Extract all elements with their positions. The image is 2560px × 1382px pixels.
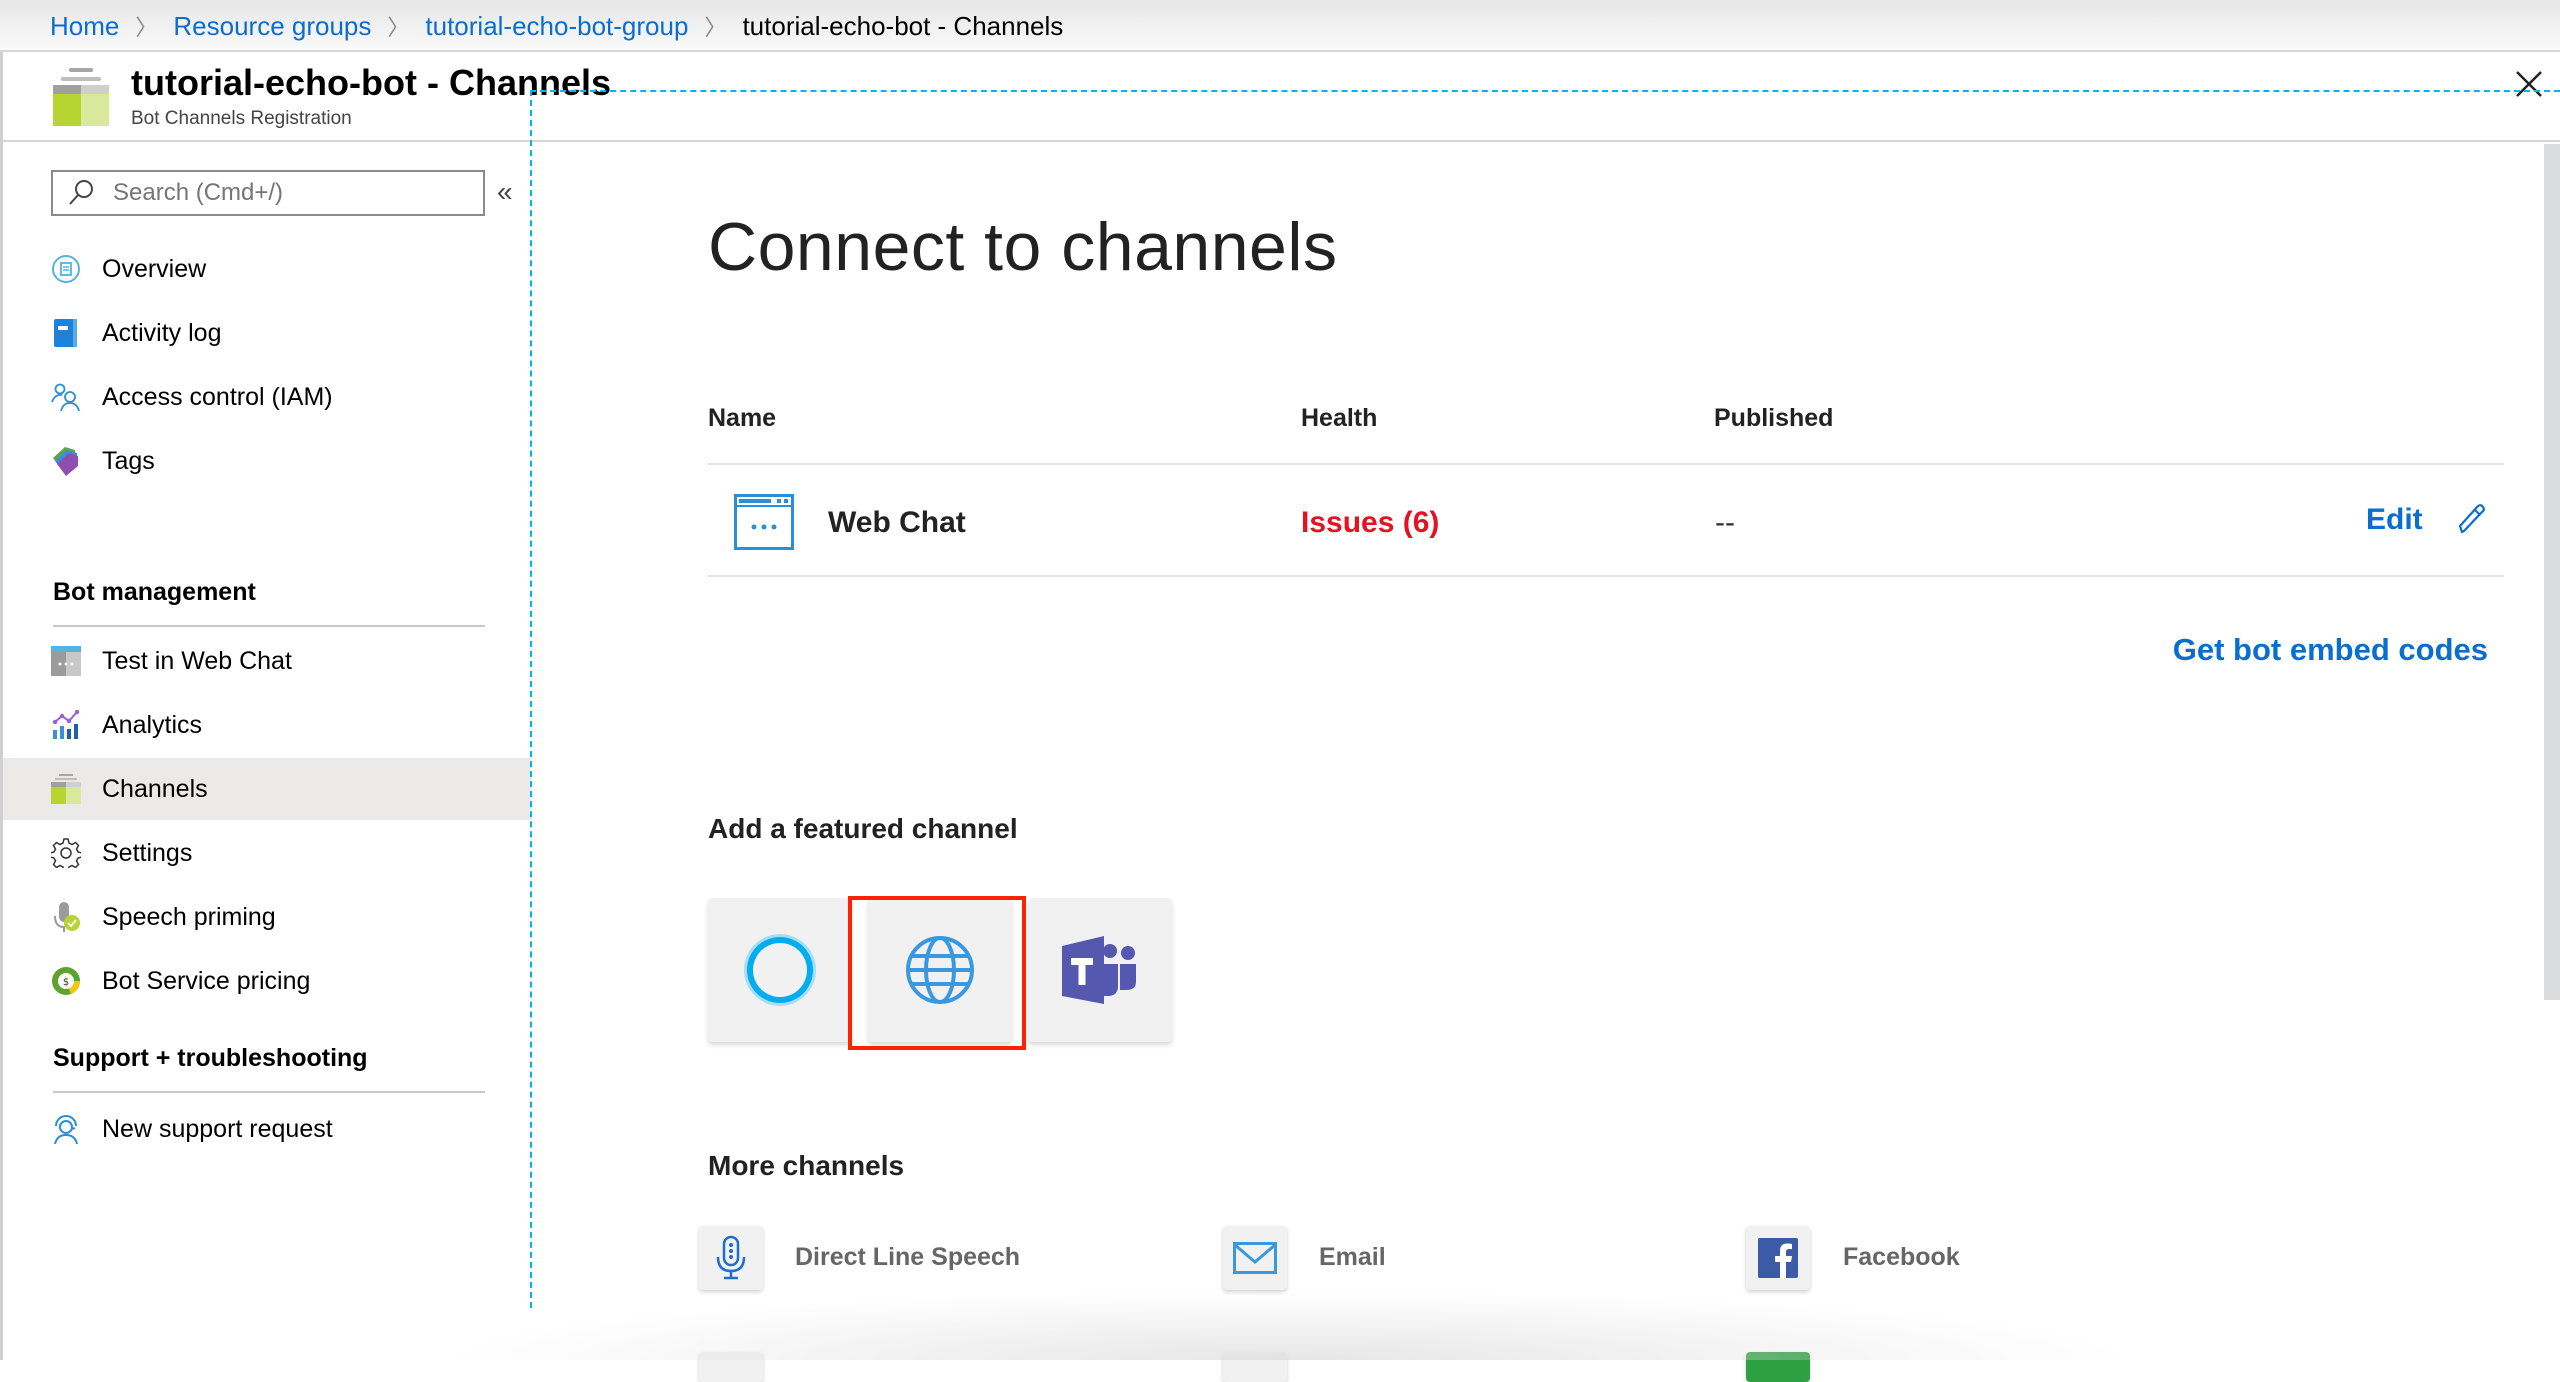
channel-direct-line-speech-tile[interactable] (699, 1226, 763, 1290)
published-value: -- (1715, 506, 1735, 539)
top-bar: Home 〉 Resource groups 〉 tutorial-echo-b… (0, 0, 2560, 52)
teams-icon (1062, 936, 1136, 1004)
sidebar-item-label: Speech priming (102, 902, 276, 931)
sidebar-item-analytics[interactable]: Analytics (3, 694, 531, 756)
pricing-icon: $ (52, 967, 80, 995)
featured-channel-teams[interactable] (1028, 898, 1172, 1042)
sidebar-item-label: Overview (102, 254, 207, 283)
channel-email-tile[interactable] (1223, 1226, 1287, 1290)
chevron-right-icon: 〉 (135, 15, 158, 40)
sidebar-item-activity-log[interactable]: Activity log (3, 302, 531, 364)
sidebar-item-access-control[interactable]: Access control (IAM) (3, 366, 531, 428)
sidebar-item-new-support-request[interactable]: New support request (3, 1098, 531, 1160)
cortana-icon (744, 934, 816, 1006)
sidebar-item-label: New support request (102, 1114, 333, 1143)
breadcrumb-home[interactable]: Home (50, 11, 119, 42)
sidebar: « Overview Activity log (3, 144, 533, 1360)
sidebar-item-label: Tags (102, 446, 155, 475)
bot-channels-registration-icon (53, 68, 109, 126)
sidebar-item-bot-service-pricing[interactable]: $ Bot Service pricing (3, 950, 531, 1012)
sidebar-search[interactable] (51, 170, 485, 216)
pencil-icon[interactable] (2454, 502, 2488, 536)
channel-tile-partial[interactable] (1223, 1352, 1287, 1382)
divider (53, 1091, 485, 1093)
web-chat-icon (51, 646, 81, 676)
divider (708, 575, 2504, 577)
get-bot-embed-codes-link[interactable]: Get bot embed codes (2173, 632, 2488, 668)
health-status[interactable]: Issues (6) (1301, 506, 1439, 540)
support-icon (54, 1115, 78, 1144)
access-control-icon (51, 383, 80, 412)
sidebar-item-test-in-web-chat[interactable]: Test in Web Chat (3, 630, 531, 692)
analytics-icon (52, 710, 80, 739)
sidebar-item-label: Bot Service pricing (102, 966, 311, 995)
web-chat-icon (734, 494, 794, 550)
content-scrollbar[interactable] (2544, 144, 2560, 1000)
breadcrumb-current: tutorial-echo-bot - Channels (742, 10, 1064, 41)
channel-tile-partial[interactable] (1746, 1352, 1810, 1382)
sidebar-item-label: Channels (102, 774, 208, 803)
featured-channel-cortana[interactable] (708, 898, 852, 1042)
sidebar-item-speech-priming[interactable]: Speech priming (3, 886, 531, 948)
channel-direct-line-speech-label[interactable]: Direct Line Speech (795, 1243, 1020, 1272)
globe-icon (906, 936, 974, 1004)
breadcrumb-resource-group[interactable]: tutorial-echo-bot-group (425, 11, 688, 42)
channels-icon (51, 774, 81, 804)
featured-channel-web[interactable] (868, 898, 1012, 1042)
column-header-published: Published (1714, 404, 1834, 432)
email-icon (1233, 1242, 1277, 1274)
sidebar-item-label: Analytics (102, 710, 203, 739)
chevron-right-icon: 〉 (704, 15, 727, 40)
search-input[interactable] (113, 179, 473, 207)
channel-facebook-tile[interactable] (1746, 1226, 1810, 1290)
column-header-name: Name (708, 404, 777, 432)
breadcrumb-resource-groups[interactable]: Resource groups (173, 11, 371, 42)
speech-priming-icon (54, 902, 80, 932)
channel-email-label[interactable]: Email (1319, 1243, 1386, 1272)
channel-name: Web Chat (828, 506, 966, 539)
overview-icon (52, 255, 80, 283)
sidebar-item-overview[interactable]: Overview (3, 238, 531, 300)
group-header-support: Support + troubleshooting (53, 1044, 368, 1072)
more-channels-title: More channels (708, 1150, 905, 1181)
sidebar-item-label: Activity log (102, 318, 222, 347)
page-heading: Connect to channels (708, 209, 1338, 285)
sidebar-item-label: Access control (IAM) (102, 382, 333, 411)
gear-icon (51, 838, 81, 868)
featured-channels-title: Add a featured channel (708, 813, 1018, 844)
group-header-bot-management: Bot management (53, 578, 256, 606)
channel-facebook-label[interactable]: Facebook (1843, 1243, 1960, 1272)
sidebar-item-tags[interactable]: Tags (3, 430, 531, 492)
divider (53, 625, 485, 627)
sidebar-item-settings[interactable]: Settings (3, 822, 531, 884)
search-icon (69, 180, 93, 205)
sidebar-item-label: Settings (102, 838, 193, 867)
svg-text:$: $ (63, 977, 69, 988)
activity-log-icon (54, 319, 77, 347)
channel-tile-partial[interactable] (699, 1352, 763, 1382)
tags-icon (53, 447, 78, 476)
breadcrumb: Home 〉 Resource groups 〉 tutorial-echo-b… (50, 10, 1063, 42)
sidebar-item-channels[interactable]: Channels (3, 758, 531, 820)
edit-link[interactable]: Edit (2366, 503, 2423, 537)
column-header-health: Health (1301, 404, 1378, 432)
chevron-right-icon: 〉 (387, 15, 410, 40)
microphone-icon (716, 1235, 746, 1280)
collapse-sidebar-button[interactable]: « (497, 176, 513, 208)
blade-subtitle: Bot Channels Registration (131, 108, 352, 129)
sidebar-item-label: Test in Web Chat (102, 646, 292, 675)
facebook-icon (1758, 1238, 1798, 1278)
divider (708, 463, 2504, 465)
